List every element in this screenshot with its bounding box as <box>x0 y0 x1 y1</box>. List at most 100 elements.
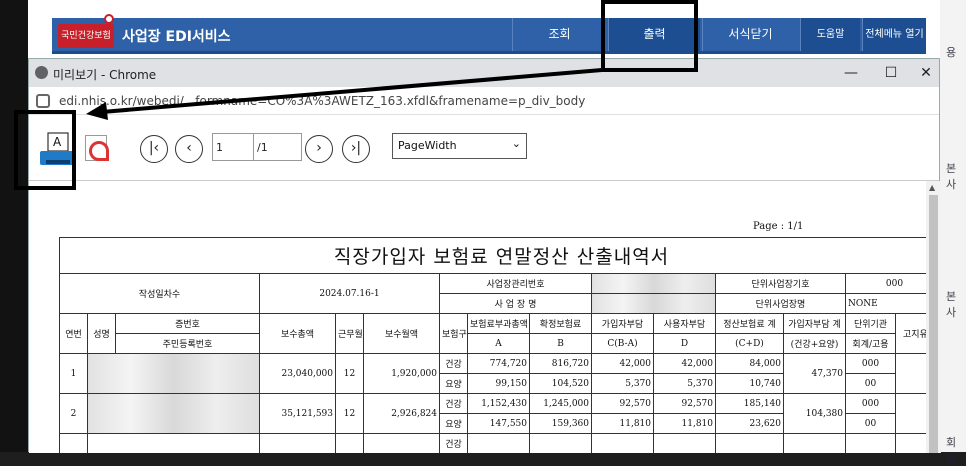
zoom-select[interactable]: PageWidth ⌄ <box>392 133 527 159</box>
report-title: 직장가입자 보험료 연말정산 산출내역서 <box>58 237 926 274</box>
label-biz-no: 사업장관리번호 <box>439 273 592 294</box>
page-indicator: Page : 1/1 <box>753 221 804 232</box>
hdr-rrn: 주민등록번호 <box>115 333 260 354</box>
cell-c <box>591 433 654 453</box>
service-title: 사업장 EDI서비스 <box>122 29 231 45</box>
cell-person <box>87 433 260 453</box>
nav-inquiry-button[interactable]: 조회 <box>512 18 606 51</box>
nav-close-form-button[interactable]: 서식닫기 <box>702 18 798 51</box>
hdr-total-pay: 보수총액 <box>259 313 336 354</box>
minimize-icon[interactable]: — <box>832 62 870 84</box>
value-unit-name: NONE <box>844 293 926 314</box>
side-text: 회원 <box>946 436 957 465</box>
left-background <box>0 0 28 452</box>
redacted-person <box>87 393 260 434</box>
cell-c: 92,570 <box>591 393 654 414</box>
right-background: 본사 본사 용 회원 <box>940 0 966 465</box>
cell-cd: 10,740 <box>715 373 784 394</box>
report-table: 직장가입자 보험료 연말정산 산출내역서 작성일차수 2024.07.16-1 … <box>58 237 926 453</box>
report-page: Page : 1/1 직장가입자 보험료 연말정산 산출내역서 작성일차수 20… <box>29 181 926 453</box>
scroll-up-icon[interactable]: ▲ <box>929 183 935 192</box>
hdr-name: 성명 <box>87 313 116 354</box>
hdr-no: 연번 <box>59 313 88 354</box>
window-title: 미리보기 - Chrome <box>53 68 157 82</box>
cell-d <box>653 433 716 453</box>
nav-all-menu-button[interactable]: 전체메뉴 열기 <box>862 18 926 51</box>
redacted-biz-no <box>591 273 716 294</box>
first-page-button[interactable]: |‹ <box>140 135 168 163</box>
url-text[interactable]: edi.nhis.o.kr/webedi/...formname=CO%3A%3… <box>59 94 585 108</box>
logo-mark-icon <box>104 14 114 24</box>
maximize-icon[interactable]: ☐ <box>872 62 910 84</box>
cell-months: 12 <box>335 393 364 434</box>
cell-monthly-pay: 2,926,824 <box>363 393 440 434</box>
viewer-toolbar: A |‹ ‹ 1 /1 › ›| PageWidth ⌄ <box>29 115 939 181</box>
cell-total-pay: 23,040,000 <box>259 353 336 394</box>
cell-member-total: 47,370 <box>783 353 846 394</box>
cell-a: 99,150 <box>467 373 530 394</box>
hdr-card-no: 증번호 <box>115 313 260 334</box>
value-unit-code: 000 <box>844 273 926 294</box>
row-no: 2 <box>59 393 88 434</box>
vertical-scrollbar[interactable]: ▲ <box>926 181 941 453</box>
hdr-member-total: 가입자부담 계 <box>783 313 846 334</box>
cell-monthly-pay: 1,920,000 <box>363 353 440 394</box>
cell-months <box>335 433 364 453</box>
label-biz-name: 사 업 장 명 <box>439 293 592 314</box>
cell-a: 1,152,430 <box>467 393 530 414</box>
last-page-button[interactable]: ›| <box>342 135 370 163</box>
cell-cd <box>715 433 784 453</box>
cell-c: 11,810 <box>591 413 654 434</box>
next-page-button[interactable]: › <box>305 135 333 163</box>
cell-b: 1,245,000 <box>529 393 592 414</box>
redacted-person <box>87 353 260 394</box>
close-icon[interactable]: ✕ <box>912 62 940 84</box>
cell-b: 816,720 <box>529 353 592 374</box>
redacted-biz-name <box>591 293 716 314</box>
hdr-defer: 고지유예 <box>894 313 926 354</box>
cell-d: 42,000 <box>653 353 716 374</box>
prev-page-button[interactable]: ‹ <box>175 135 203 163</box>
zoom-value: PageWidth <box>398 139 457 152</box>
cell-total-pay: 35,121,593 <box>259 393 336 434</box>
pdf-export-icon[interactable] <box>85 135 109 161</box>
cell-d: 92,570 <box>653 393 716 414</box>
cell-c: 42,000 <box>591 353 654 374</box>
portal-header: 국민건강보험 사업장 EDI서비스 조회 출력 서식닫기 도움말 전체메뉴 열기 <box>28 0 940 58</box>
cell-a: 147,550 <box>467 413 530 434</box>
cell-total-pay <box>259 433 336 453</box>
cell-monthly-pay <box>363 433 440 453</box>
highlight-print-icon <box>14 110 76 190</box>
cell-kind: 건강 <box>439 393 468 414</box>
label-write-seq: 작성일차수 <box>59 273 260 314</box>
row-no: 1 <box>59 353 88 394</box>
cell-kind: 건강 <box>439 433 468 453</box>
cell-defer <box>894 433 926 453</box>
preview-window: 미리보기 - Chrome — ☐ ✕ edi.nhis.o.kr/webedi… <box>28 58 941 453</box>
scroll-thumb[interactable] <box>929 195 938 453</box>
page-number-input[interactable]: 1 <box>212 133 254 161</box>
nav-help-button[interactable]: 도움말 <box>800 18 860 51</box>
side-text: 용 <box>946 46 957 59</box>
label-unit-name: 단위사업장명 <box>715 293 846 314</box>
cell-b <box>529 433 592 453</box>
cell-unit <box>845 433 896 453</box>
hdr-health-care: (건강+요양) <box>783 333 846 354</box>
cell-kind: 요양 <box>439 373 468 394</box>
chrome-icon <box>35 66 48 79</box>
cell-defer <box>894 393 926 434</box>
value-write-seq: 2024.07.16-1 <box>259 273 440 314</box>
hdr-monthly-pay: 보수월액 <box>363 313 440 354</box>
cell-b: 104,520 <box>529 373 592 394</box>
hdr-cd: (C+D) <box>715 333 784 354</box>
cell-a: 774,720 <box>467 353 530 374</box>
hdr-member-burden: 가입자부담 <box>591 313 654 334</box>
hdr-unit-org: 단위기관 <box>845 313 896 334</box>
cell-cd: 185,140 <box>715 393 784 414</box>
site-info-icon[interactable] <box>36 94 50 108</box>
cell-kind: 건강 <box>439 353 468 374</box>
hdr-b: B <box>529 333 592 354</box>
portal-nav-bar: 국민건강보험 사업장 EDI서비스 조회 출력 서식닫기 도움말 전체메뉴 열기 <box>52 14 926 54</box>
page-total: /1 <box>254 133 302 161</box>
cell-c: 5,370 <box>591 373 654 394</box>
